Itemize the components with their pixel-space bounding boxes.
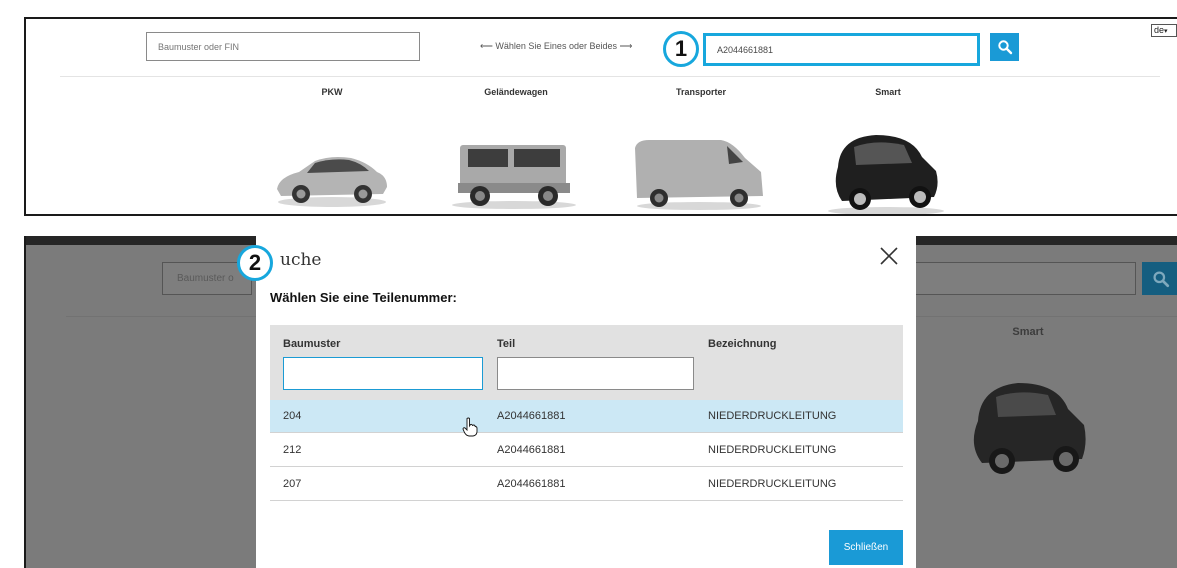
search-page-screenshot: ⟵ Wählen Sie Eines oder Beides ⟶ de▾ PKW…	[24, 17, 1177, 216]
category-gelaendewagen[interactable]: Geländewagen	[484, 87, 548, 97]
cell-bezeichnung: NIEDERDRUCKLEITUNG	[708, 410, 837, 422]
cell-baumuster: 207	[283, 478, 302, 490]
filter-baumuster-input[interactable]	[283, 357, 483, 390]
fin-input[interactable]	[146, 32, 420, 61]
column-header-bezeichnung[interactable]: Bezeichnung	[708, 338, 776, 350]
language-select[interactable]: de▾	[1151, 24, 1177, 37]
cell-bezeichnung: NIEDERDRUCKLEITUNG	[708, 478, 837, 490]
close-button[interactable]: Schließen	[829, 530, 903, 565]
category-smart[interactable]: Smart	[875, 87, 901, 97]
language-value: de	[1154, 25, 1165, 35]
filter-teil-input[interactable]	[497, 357, 694, 390]
car-smart-icon[interactable]	[816, 127, 956, 216]
close-icon[interactable]	[876, 243, 902, 269]
modal-title: uche	[280, 250, 322, 270]
modal-subtitle: Wählen Sie eine Teilenummer:	[270, 290, 457, 305]
cell-teil: A2044661881	[497, 444, 566, 456]
search-icon	[997, 40, 1012, 55]
table-header: Baumuster Teil Bezeichnung	[270, 325, 903, 400]
part-input-dimmed	[914, 262, 1136, 295]
hand-cursor-icon	[462, 417, 478, 437]
car-smart-icon	[973, 383, 1086, 474]
car-suv-coupe-icon[interactable]	[271, 139, 393, 209]
category-smart-dimmed: Smart	[1012, 326, 1044, 338]
step-1-badge: 1	[663, 31, 699, 67]
step-2-badge: 2	[237, 245, 273, 281]
search-icon	[1152, 270, 1169, 287]
table-row[interactable]: 204 A2044661881 NIEDERDRUCKLEITUNG	[270, 400, 903, 433]
cell-teil: A2044661881	[497, 478, 566, 490]
car-g-class-icon[interactable]	[444, 137, 584, 211]
chevron-down-icon: ▾	[1164, 28, 1168, 35]
table-row[interactable]: 207 A2044661881 NIEDERDRUCKLEITUNG	[270, 468, 903, 501]
search-button-dimmed	[1142, 262, 1177, 295]
table-row[interactable]: 212 A2044661881 NIEDERDRUCKLEITUNG	[270, 434, 903, 467]
choose-hint: ⟵ Wählen Sie Eines oder Beides ⟶	[480, 41, 633, 51]
part-number-input[interactable]	[708, 37, 974, 62]
cell-baumuster: 212	[283, 444, 302, 456]
cell-bezeichnung: NIEDERDRUCKLEITUNG	[708, 444, 837, 456]
column-header-teil[interactable]: Teil	[497, 338, 515, 350]
column-header-baumuster[interactable]: Baumuster	[283, 338, 340, 350]
cell-baumuster: 204	[283, 410, 302, 422]
van-sprinter-icon[interactable]	[629, 136, 769, 212]
cell-teil: A2044661881	[497, 410, 566, 422]
category-transporter[interactable]: Transporter	[676, 87, 726, 97]
divider	[60, 76, 1160, 77]
part-selection-modal: uche Wählen Sie eine Teilenummer: Baumus…	[256, 236, 916, 568]
search-button[interactable]	[990, 33, 1019, 61]
tutorial-composite: ⟵ Wählen Sie Eines oder Beides ⟶ de▾ PKW…	[0, 0, 1177, 568]
category-pkw[interactable]: PKW	[322, 87, 343, 97]
